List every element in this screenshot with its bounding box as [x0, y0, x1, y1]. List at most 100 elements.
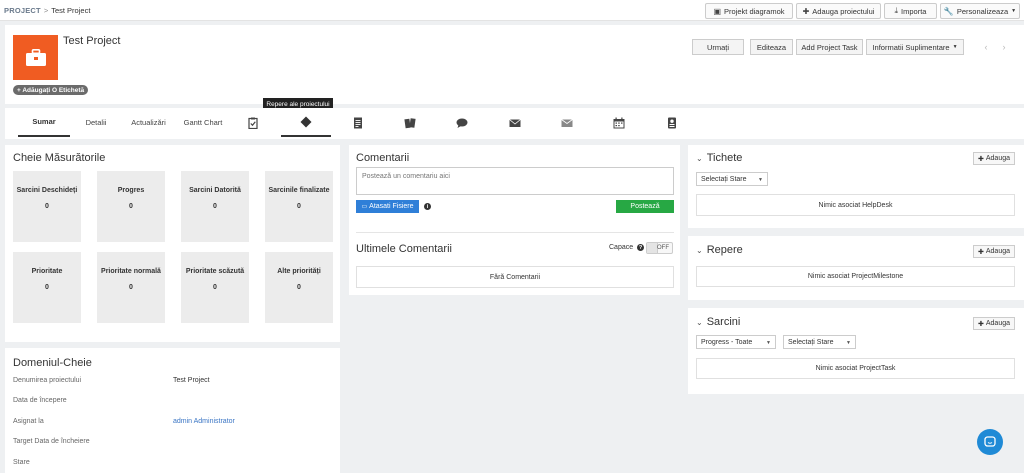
edit-button[interactable]: Editeaza — [750, 39, 793, 55]
breadcrumb: PROJECT > Test Project — [4, 6, 90, 15]
metric-value: 0 — [129, 203, 133, 210]
previous-record-button[interactable]: ‹ — [977, 39, 995, 55]
tab-bar: Sumar Detalii Actualizări Gantt Chart — [5, 108, 1024, 139]
collapse-toggle[interactable]: OFF — [646, 242, 673, 254]
plus-icon: ✚ — [977, 320, 984, 328]
tab-emails[interactable] — [503, 108, 527, 137]
tab-tasks[interactable] — [241, 108, 265, 137]
comment-icon — [456, 118, 468, 128]
ticket-status-select[interactable]: Selectați Stare ▼ — [696, 172, 768, 186]
breadcrumb-root[interactable]: PROJECT — [4, 6, 41, 15]
key-fields-title: Domeniul-Cheie — [13, 357, 92, 369]
import-button[interactable]: ⤓ Importa — [884, 3, 937, 19]
metric-label: Sarcinile finalizate — [268, 187, 330, 194]
metric-value: 0 — [297, 203, 301, 210]
tab-details[interactable]: Detalii — [80, 108, 112, 137]
breadcrumb-current: Test Project — [51, 6, 91, 15]
more-info-dropdown[interactable]: Informatii Suplimentare ▼ — [866, 39, 964, 55]
breadcrumb-separator: > — [43, 6, 49, 15]
latest-comments-title: Ultimele Comentarii — [356, 243, 452, 255]
add-task-label: Adauga — [985, 320, 1010, 327]
tasks-header[interactable]: ⌄ Sarcini — [696, 316, 740, 328]
no-comments-message: Fără Comentarii — [356, 266, 674, 288]
metric-normal-priority[interactable]: Prioritate normală 0 — [97, 252, 165, 323]
post-comment-button[interactable]: Postează — [616, 200, 674, 213]
chat-launcher-button[interactable] — [977, 429, 1003, 455]
tab-comments[interactable] — [450, 108, 474, 137]
field-value: Test Project — [173, 377, 210, 384]
caret-down-icon: ▼ — [1011, 8, 1017, 14]
field-label: Target Data de încheiere — [13, 438, 90, 445]
no-tasks-message: Nimic asociat ProjectTask — [696, 358, 1015, 379]
tab-calendar[interactable] — [607, 108, 631, 137]
key-metrics-panel: Cheie Măsurătorile Sarcini Deschideți 0 P… — [5, 145, 340, 342]
metric-open-tasks[interactable]: Sarcini Deschideți 0 — [13, 171, 81, 242]
project-title: Test Project — [63, 35, 121, 47]
help-icon[interactable]: ? — [637, 244, 644, 251]
milestones-header[interactable]: ⌄ Repere — [696, 244, 743, 256]
envelope-closed-icon — [561, 118, 573, 127]
metric-value: 0 — [45, 203, 49, 210]
tab-documents[interactable] — [346, 108, 370, 137]
tasks-title: Sarcini — [706, 316, 741, 328]
calendar-icon — [613, 117, 625, 128]
add-tag-button[interactable]: + Adăugați O Etichetă — [13, 85, 89, 95]
customize-dropdown[interactable]: 🔧 Personalizeaza ▼ — [940, 3, 1020, 19]
add-task-button[interactable]: ✚ Adauga — [973, 317, 1015, 330]
add-milestone-button[interactable]: ✚ Adauga — [973, 245, 1015, 258]
assigned-user-link[interactable]: admin Administrator — [173, 418, 235, 425]
metric-value: 0 — [213, 284, 217, 291]
follow-button[interactable]: Urmați — [692, 39, 744, 55]
milestones-title: Repere — [706, 244, 743, 256]
attach-files-button[interactable]: ▭ Atasati Fisiere — [356, 200, 419, 213]
briefcase-icon — [25, 49, 46, 66]
caret-down-icon: ▼ — [846, 340, 851, 346]
customize-label: Personalizeaza — [956, 6, 1009, 16]
task-progress-select[interactable]: Progress - Toate ▼ — [696, 335, 776, 349]
metric-other-priorities[interactable]: Alte priorități 0 — [265, 252, 333, 323]
add-project-label: Adauga proiectului — [812, 6, 875, 16]
chevron-down-icon: ⌄ — [696, 153, 703, 163]
metric-progress[interactable]: Progres 0 — [97, 171, 165, 242]
tab-updates[interactable]: Actualizări — [126, 108, 171, 137]
collapse-label: Capace — [609, 244, 634, 251]
metric-label: Prioritate scăzută — [185, 268, 245, 275]
metric-label: Prioritate normală — [101, 268, 161, 275]
add-ticket-button[interactable]: ✚ Adauga — [973, 152, 1015, 165]
metric-label: Sarcini Datorită — [189, 187, 241, 194]
add-project-button[interactable]: ✚ Adauga proiectului — [796, 3, 881, 19]
tab-sent-emails[interactable] — [555, 108, 579, 137]
caret-down-icon: ▼ — [952, 44, 958, 50]
import-label: Importa — [901, 6, 927, 16]
attach-files-label: Atasati Fisiere — [369, 203, 414, 210]
metric-value: 0 — [45, 284, 49, 291]
info-icon[interactable]: i — [424, 203, 431, 210]
add-project-task-button[interactable]: Add Project Task — [796, 39, 863, 55]
field-label: Stare — [13, 459, 30, 466]
more-info-label: Informatii Suplimentare — [872, 42, 950, 52]
milestones-panel: ⌄ Repere ✚ Adauga Nimic asociat ProjectMil… — [688, 236, 1024, 300]
metric-priority[interactable]: Prioritate 0 — [13, 252, 81, 323]
caret-down-icon: ▼ — [766, 340, 771, 346]
tab-milestones[interactable] — [281, 108, 331, 137]
task-status-select[interactable]: Selectați Stare ▼ — [783, 335, 856, 349]
project-diagrams-button[interactable]: ▣ Projekt diagramok — [705, 3, 793, 19]
comments-panel: Comentarii ▭Atasati Fisiere i Postează U… — [349, 145, 680, 295]
comment-input[interactable] — [356, 167, 674, 195]
tab-files[interactable] — [398, 108, 422, 137]
metric-low-priority[interactable]: Prioritate scăzută 0 — [181, 252, 249, 323]
tab-contacts[interactable] — [660, 108, 684, 137]
divider — [356, 232, 674, 233]
files-icon — [404, 117, 416, 128]
field-label: Data de începere — [13, 397, 67, 404]
project-header: Test Project + Adăugați O Etichetă Urmaț… — [5, 25, 1024, 104]
metric-completed-tasks[interactable]: Sarcinile finalizate 0 — [265, 171, 333, 242]
metric-due-tasks[interactable]: Sarcini Datorită 0 — [181, 171, 249, 242]
next-record-button[interactable]: › — [995, 39, 1013, 55]
tab-summary[interactable]: Sumar — [18, 108, 70, 137]
comments-title: Comentarii — [356, 152, 410, 164]
tickets-title: Tichete — [706, 152, 743, 164]
metric-label: Alte priorități — [277, 268, 321, 275]
tickets-header[interactable]: ⌄ Tichete — [696, 152, 742, 164]
tab-gantt-chart[interactable]: Gantt Chart — [179, 108, 227, 137]
